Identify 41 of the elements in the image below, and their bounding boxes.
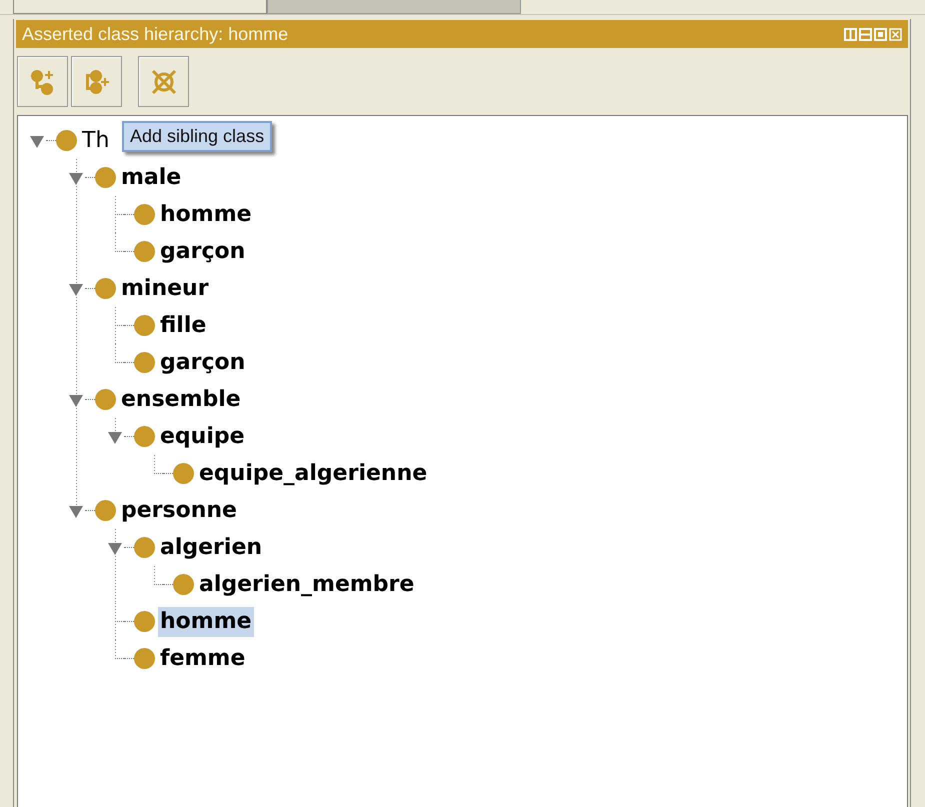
class-item[interactable]: Th <box>80 126 112 156</box>
class-item[interactable]: algerien <box>158 532 264 562</box>
class-item[interactable]: equipe <box>158 422 247 452</box>
add-subclass-button[interactable] <box>17 56 68 107</box>
class-item[interactable]: ensemble <box>119 384 243 414</box>
class-item[interactable]: algerien_membre <box>197 570 416 600</box>
tooltip: Add sibling class <box>122 121 272 152</box>
tab[interactable] <box>13 0 267 14</box>
class-icon <box>134 611 155 632</box>
class-item[interactable]: garçon <box>158 236 248 266</box>
class-icon <box>95 167 116 188</box>
class-item[interactable]: homme <box>158 200 254 230</box>
class-icon <box>173 463 194 484</box>
class-icon <box>134 648 155 669</box>
class-icon <box>95 278 116 299</box>
delete-button[interactable] <box>138 56 189 107</box>
class-item[interactable]: femme <box>158 644 248 674</box>
class-item[interactable]: garçon <box>158 348 248 378</box>
class-item[interactable]: equipe_algerienne <box>197 458 430 488</box>
class-icon <box>134 426 155 447</box>
class-icon <box>134 241 155 262</box>
class-item[interactable]: fille <box>158 310 208 340</box>
class-icon <box>134 204 155 225</box>
class-icon <box>173 574 194 595</box>
class-item[interactable]: homme <box>158 606 254 636</box>
split-horizontal-icon[interactable] <box>859 28 872 40</box>
tab[interactable] <box>267 0 521 14</box>
close-icon[interactable] <box>889 28 902 40</box>
class-item[interactable]: mineur <box>119 274 211 304</box>
class-icon <box>95 500 116 521</box>
split-icon[interactable] <box>844 28 857 40</box>
class-icon <box>134 537 155 558</box>
add-sibling-button[interactable] <box>71 56 122 107</box>
class-icon <box>56 130 77 151</box>
class-item[interactable]: male <box>119 162 184 192</box>
class-icon <box>95 389 116 410</box>
panel-title: Asserted class hierarchy: homme <box>22 24 290 44</box>
class-icon <box>134 315 155 336</box>
maximize-icon[interactable] <box>874 28 887 40</box>
class-icon <box>134 352 155 373</box>
class-item[interactable]: personne <box>119 496 239 526</box>
